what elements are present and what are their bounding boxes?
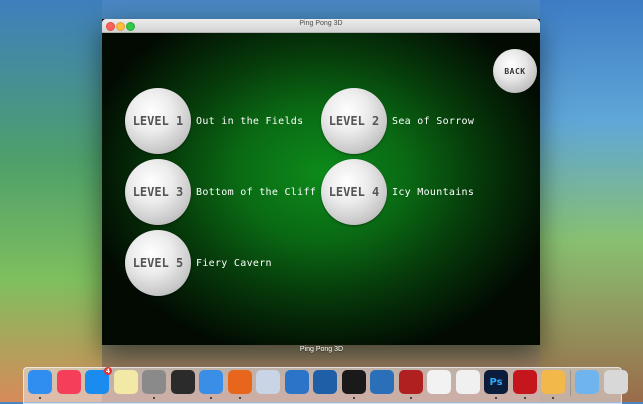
- app-store-update-badge: 4: [104, 367, 112, 375]
- safari-icon[interactable]: [199, 370, 223, 399]
- desktop-background-left: [0, 0, 102, 402]
- level-2-option[interactable]: LEVEL 2 Sea of Sorrow: [321, 88, 474, 154]
- title-bar[interactable]: Ping Pong 3D: [102, 19, 540, 33]
- level-1-option[interactable]: LEVEL 1 Out in the Fields: [125, 88, 303, 154]
- level-5-name: Fiery Cavern: [196, 257, 272, 269]
- window-caption: Ping Pong 3D: [299, 346, 344, 353]
- preview-icon[interactable]: [256, 370, 280, 394]
- dock-separator: [569, 370, 571, 396]
- window-title: Ping Pong 3D: [299, 20, 343, 27]
- running-indicator: [352, 397, 355, 399]
- level-2-name: Sea of Sorrow: [392, 115, 475, 127]
- system-preferences-icon[interactable]: [142, 370, 166, 399]
- running-indicator: [409, 397, 412, 399]
- running-indicator: [523, 397, 526, 399]
- level-1-button[interactable]: LEVEL 1: [125, 88, 191, 154]
- level-3-option[interactable]: LEVEL 3 Bottom of the Cliff: [125, 159, 316, 225]
- terminal-icon[interactable]: [341, 370, 366, 399]
- wireshark-icon[interactable]: [370, 370, 394, 394]
- photoshop-icon[interactable]: Ps: [484, 370, 508, 399]
- level-1-name: Out in the Fields: [196, 115, 304, 127]
- level-select-screen: BACK LEVEL 1 Out in the Fields LEVEL 2 S…: [102, 33, 540, 345]
- level-5-button[interactable]: LEVEL 5: [125, 230, 191, 296]
- photos-icon[interactable]: [427, 370, 451, 394]
- desktop-background-right: [540, 0, 643, 402]
- finder-icon[interactable]: [28, 370, 52, 399]
- trash-icon[interactable]: [603, 370, 628, 394]
- app-store-icon[interactable]: 4: [85, 367, 112, 394]
- notes-icon[interactable]: [113, 370, 138, 394]
- virtualbox-icon[interactable]: [313, 370, 337, 394]
- itunes-icon[interactable]: [56, 370, 81, 394]
- level-3-name: Bottom of the Cliff: [196, 186, 317, 198]
- downloads-folder-icon[interactable]: [575, 370, 599, 394]
- level-5-option[interactable]: LEVEL 5 Fiery Cavern: [125, 230, 272, 296]
- running-indicator: [210, 397, 212, 399]
- running-indicator: [552, 397, 554, 399]
- activity-monitor-icon[interactable]: [170, 370, 195, 394]
- textedit-icon[interactable]: [455, 370, 480, 394]
- running-indicator: [495, 397, 497, 399]
- back-button[interactable]: BACK: [493, 49, 537, 93]
- game-window: Ping Pong 3D BACK LEVEL 1 Out in the Fie…: [102, 19, 540, 345]
- xcode-icon[interactable]: [284, 370, 309, 394]
- firefox-icon[interactable]: [227, 370, 252, 399]
- running-indicator: [238, 397, 241, 399]
- level-3-button[interactable]: LEVEL 3: [125, 159, 191, 225]
- game-icon[interactable]: [541, 370, 565, 399]
- level-2-button[interactable]: LEVEL 2: [321, 88, 387, 154]
- dock: 4 Ps: [23, 367, 628, 404]
- level-4-option[interactable]: LEVEL 4 Icy Mountains: [321, 159, 474, 225]
- level-4-name: Icy Mountains: [392, 186, 475, 198]
- photo-booth-icon[interactable]: [398, 370, 423, 399]
- running-indicator: [39, 397, 41, 399]
- running-indicator: [153, 397, 155, 399]
- flash-icon[interactable]: [512, 370, 537, 399]
- level-4-button[interactable]: LEVEL 4: [321, 159, 387, 225]
